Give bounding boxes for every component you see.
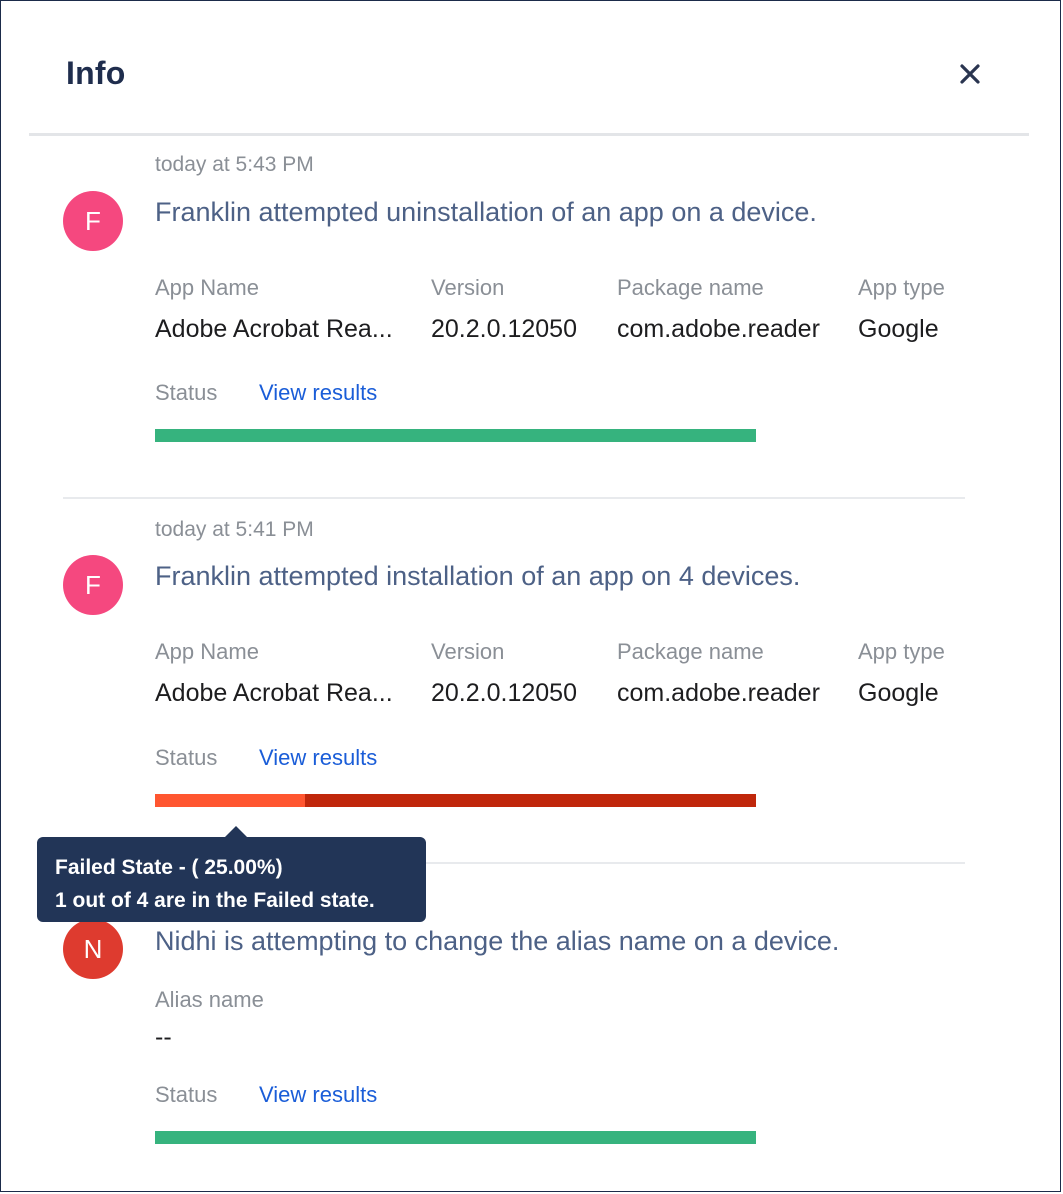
tooltip-detail: 1 out of 4 are in the Failed state. — [55, 889, 375, 912]
entry-divider — [63, 497, 965, 499]
alias-name-label: Alias name — [155, 987, 264, 1012]
view-results-link[interactable]: View results — [259, 745, 377, 771]
status-label: Status — [155, 1082, 218, 1107]
app-type-label: App type — [858, 639, 945, 664]
package-name-value: com.adobe.reader — [617, 315, 820, 343]
close-icon — [960, 64, 980, 84]
alias-name-value: -- — [155, 1023, 172, 1051]
status-progress-bar[interactable] — [155, 794, 756, 807]
avatar-initial: F — [85, 569, 101, 600]
view-results-link[interactable]: View results — [259, 380, 377, 406]
package-name-label: Package name — [617, 639, 764, 664]
entry-message: Franklin attempted uninstallation of an … — [155, 197, 817, 227]
version-value: 20.2.0.12050 — [431, 315, 577, 343]
avatar-initial: F — [85, 205, 101, 236]
version-label: Version — [431, 275, 505, 300]
avatar: F — [63, 191, 123, 251]
avatar: F — [63, 555, 123, 615]
panel-title: Info — [66, 55, 126, 91]
app-type-value: Google — [858, 679, 939, 707]
entry-message: Nidhi is attempting to change the alias … — [155, 926, 840, 956]
status-label: Status — [155, 745, 218, 770]
version-label: Version — [431, 639, 505, 664]
info-panel: Info today at 5:43 PM F Franklin attempt… — [0, 0, 1061, 1192]
app-name-label: App Name — [155, 639, 259, 664]
close-button[interactable] — [953, 57, 987, 91]
entry-timestamp: today at 5:43 PM — [155, 153, 314, 176]
tooltip-arrow — [225, 826, 247, 837]
progress-segment[interactable] — [155, 429, 756, 442]
view-results-link[interactable]: View results — [259, 1082, 377, 1108]
avatar-initial: N — [83, 933, 103, 964]
progress-segment[interactable] — [305, 794, 756, 807]
progress-segment[interactable] — [155, 794, 306, 807]
status-progress-bar[interactable] — [155, 429, 756, 442]
app-name-value: Adobe Acrobat Rea... — [155, 679, 393, 707]
app-name-value: Adobe Acrobat Rea... — [155, 315, 393, 343]
package-name-value: com.adobe.reader — [617, 679, 820, 707]
tooltip-title: Failed State - ( 25.00%) — [55, 856, 283, 879]
failed-state-tooltip: Failed State - ( 25.00%) 1 out of 4 are … — [37, 837, 426, 922]
entry-timestamp: today at 5:41 PM — [155, 518, 314, 541]
version-value: 20.2.0.12050 — [431, 679, 577, 707]
package-name-label: Package name — [617, 275, 764, 300]
status-label: Status — [155, 380, 218, 405]
header-divider — [29, 133, 1029, 136]
status-progress-bar[interactable] — [155, 1131, 756, 1144]
progress-segment[interactable] — [155, 1131, 756, 1144]
avatar: N — [63, 919, 123, 979]
entry-message: Franklin attempted installation of an ap… — [155, 561, 801, 591]
app-name-label: App Name — [155, 275, 259, 300]
app-type-value: Google — [858, 315, 939, 343]
app-type-label: App type — [858, 275, 945, 300]
